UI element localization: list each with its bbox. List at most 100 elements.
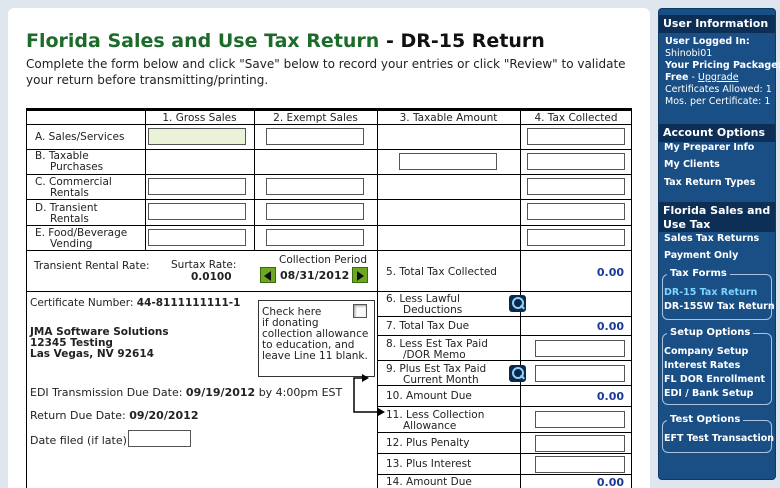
row-e-label-2: Vending	[50, 238, 93, 250]
row-divider	[377, 474, 632, 475]
gross-sales-a-input[interactable]	[148, 128, 246, 145]
gross-sales-e-input[interactable]	[148, 229, 246, 246]
row-divider	[26, 291, 377, 292]
arrow-left-icon	[264, 271, 271, 281]
arrow-right-icon	[357, 271, 364, 281]
exempt-sales-e-input[interactable]	[266, 229, 364, 246]
column-divider	[254, 108, 255, 251]
row-divider	[26, 199, 632, 200]
sidebar-item-dr15sw-tax-return[interactable]: DR-15SW Tax Return	[664, 301, 775, 313]
line-8-input[interactable]	[535, 340, 625, 357]
sidebar-item-eft-test-transaction[interactable]: EFT Test Transaction	[664, 433, 774, 445]
sidebar-header-user-info: User Information	[659, 15, 775, 33]
column-divider	[377, 108, 378, 488]
tax-collected-c-input[interactable]	[527, 178, 625, 195]
line-7-value: 0.00	[596, 320, 624, 333]
sidebar-item-my-clients[interactable]: My Clients	[664, 159, 720, 171]
return-due-date-value: 09/20/2012	[129, 409, 199, 422]
tax-collected-e-input[interactable]	[527, 229, 625, 246]
line-9-input[interactable]	[535, 365, 625, 382]
edi-due-date-value: 09/19/2012	[185, 386, 256, 399]
sidebar-item-dr15-tax-return[interactable]: DR-15 Tax Return	[664, 287, 757, 299]
return-due-date-label: Return Due Date:	[30, 409, 126, 422]
table-right-border	[631, 108, 632, 488]
column-header-taxable-amount: 3. Taxable Amount	[399, 112, 498, 124]
gross-sales-c-input[interactable]	[148, 178, 246, 195]
row-a-label: A. Sales/Services	[35, 131, 125, 143]
user-logged-in-label: User Logged In:	[665, 36, 750, 47]
pricing-package-label: Your Pricing Package:	[665, 60, 780, 71]
tax-collected-d-input[interactable]	[527, 203, 625, 220]
sidebar-header-account-options: Account Options	[659, 124, 775, 142]
sidebar-item-edi-bank-setup[interactable]: EDI / Bank Setup	[664, 388, 753, 400]
exempt-sales-d-input[interactable]	[266, 203, 364, 220]
row-divider	[377, 335, 632, 336]
sidebar-item-fl-dor-enrollment[interactable]: FL DOR Enrollment	[664, 374, 765, 386]
line-12-label: 12. Plus Penalty	[386, 437, 470, 449]
edi-due-time: by 4:00pm EST	[258, 386, 343, 399]
donate-allowance-checkbox[interactable]	[353, 304, 367, 318]
line-10-label: 10. Amount Due	[386, 390, 472, 402]
intro-text: Complete the form below and click "Save"…	[26, 57, 626, 87]
sidebar-item-payment-only[interactable]: Payment Only	[664, 250, 738, 262]
page-title: Florida Sales and Use Tax Return - DR-15…	[26, 30, 545, 52]
tax-collected-b-input[interactable]	[527, 153, 625, 170]
line-5-label: 5. Total Tax Collected	[386, 266, 497, 278]
arrow-to-line-11-icon	[353, 374, 385, 416]
column-header-exempt-sales: 2. Exempt Sales	[273, 112, 358, 124]
sidebar-header-florida-sales-tax: Florida Sales and Use Tax	[659, 202, 775, 232]
test-options-label: Test Options	[667, 414, 744, 426]
sidebar-header-florida-line-2: Use Tax	[663, 218, 711, 231]
username: Shinobi01	[665, 48, 713, 59]
page-title-main: Florida Sales and Use Tax Return	[26, 30, 380, 52]
line-6-label-2: Deductions	[403, 304, 463, 316]
table-left-border	[26, 108, 27, 488]
exempt-sales-a-input[interactable]	[266, 128, 364, 145]
row-divider	[377, 406, 632, 407]
line-13-input[interactable]	[535, 456, 625, 473]
line-5-value: 0.00	[596, 266, 624, 279]
taxable-amount-b-input[interactable]	[399, 153, 497, 170]
line-14-label: 14. Amount Due	[386, 476, 472, 488]
row-d-label-2: Rentals	[50, 213, 89, 225]
column-divider	[145, 108, 146, 251]
sidebar-item-tax-return-types[interactable]: Tax Return Types	[664, 177, 755, 189]
column-header-gross-sales: 1. Gross Sales	[162, 112, 237, 124]
line-10-value: 0.00	[596, 390, 624, 403]
row-divider	[377, 316, 632, 317]
collection-period-label: Collection Period	[279, 254, 368, 266]
search-icon[interactable]	[509, 295, 526, 312]
date-filed-input[interactable]	[128, 430, 191, 447]
row-divider	[26, 174, 632, 175]
gross-sales-d-input[interactable]	[148, 203, 246, 220]
search-icon[interactable]	[509, 365, 526, 382]
row-divider	[377, 453, 632, 454]
line-11-input[interactable]	[535, 411, 625, 428]
row-b-label-2: Purchases	[50, 161, 104, 173]
pricing-package-separator: -	[688, 72, 698, 83]
sidebar-item-company-setup[interactable]: Company Setup	[664, 346, 748, 358]
date-filed-label: Date filed (if late):	[30, 434, 131, 447]
row-divider	[377, 432, 632, 433]
sidebar-item-sales-tax-returns[interactable]: Sales Tax Returns	[664, 233, 759, 245]
line-9-label-2: Current Month	[403, 374, 479, 386]
exempt-sales-c-input[interactable]	[266, 178, 364, 195]
tax-forms-label: Tax Forms	[667, 268, 730, 280]
line-13-label: 13. Plus Interest	[386, 458, 472, 470]
previous-period-button[interactable]	[260, 267, 276, 283]
pricing-package: Free - Upgrade	[665, 72, 739, 84]
upgrade-link[interactable]: Upgrade	[698, 72, 739, 83]
surtax-rate-label: Surtax Rate:	[171, 259, 237, 271]
transient-rental-rate-label: Transient Rental Rate:	[34, 260, 150, 272]
certificate-number-value: 44-8111111111-1	[136, 297, 241, 309]
certificate-number-label: Certificate Number:	[30, 297, 134, 309]
next-period-button[interactable]	[352, 267, 368, 283]
edi-due-date: EDI Transmission Due Date: 09/19/2012 by…	[30, 387, 342, 399]
surtax-rate-value: 0.0100	[191, 271, 232, 283]
sidebar-item-interest-rates[interactable]: Interest Rates	[664, 360, 740, 372]
tax-collected-a-input[interactable]	[527, 128, 625, 145]
sidebar-item-my-preparer-info[interactable]: My Preparer Info	[664, 142, 754, 154]
line-7-label: 7. Total Tax Due	[386, 320, 470, 332]
line-12-input[interactable]	[535, 435, 625, 452]
edi-due-date-label: EDI Transmission Due Date:	[30, 386, 183, 399]
